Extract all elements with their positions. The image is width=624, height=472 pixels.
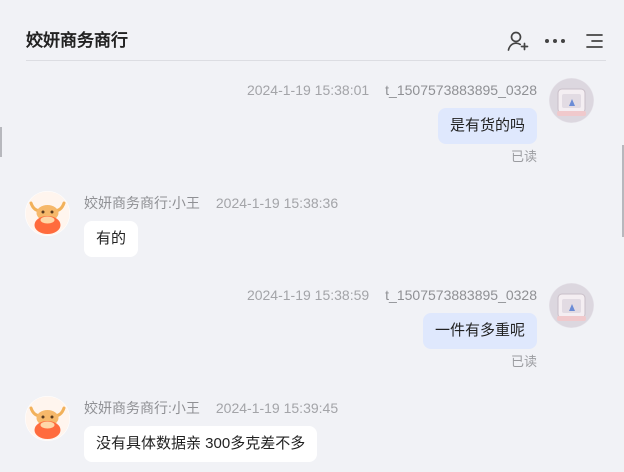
seller-avatar[interactable] bbox=[25, 191, 70, 236]
message-meta: 姣妍商务商行:小王 2024-1-19 15:38:36 bbox=[84, 194, 338, 212]
message-meta: 姣妍商务商行:小王 2024-1-19 15:39:45 bbox=[84, 399, 338, 417]
avatar[interactable] bbox=[549, 78, 594, 123]
seller-avatar[interactable] bbox=[25, 396, 70, 441]
message-bubble[interactable]: 是有货的吗 bbox=[437, 108, 537, 144]
message-bubble[interactable]: 有的 bbox=[84, 221, 139, 257]
read-status: 已读 bbox=[510, 149, 537, 164]
add-user-icon[interactable] bbox=[506, 29, 530, 53]
chat-header: 姣妍商务商行 bbox=[26, 0, 606, 61]
more-icon[interactable] bbox=[543, 29, 567, 53]
message-time: 2024-1-19 15:38:36 bbox=[215, 195, 339, 211]
message-meta: 2024-1-19 15:38:59 t_1507573883895_0328 bbox=[247, 286, 537, 304]
sender-name: t_1507573883895_0328 bbox=[385, 287, 537, 303]
chat-window: 姣妍商务商行 2024-1-19 15:38:01 t_1507573883895… bbox=[0, 0, 624, 472]
message-meta: 2024-1-19 15:38:01 t_1507573883895_0328 bbox=[247, 81, 537, 99]
left-scroll-marker bbox=[0, 127, 2, 157]
message-time: 2024-1-19 15:38:59 bbox=[246, 287, 370, 303]
sender-name: 姣妍商务商行:小王 bbox=[84, 195, 200, 211]
message-time: 2024-1-19 15:38:01 bbox=[246, 82, 370, 98]
sender-name: 姣妍商务商行:小王 bbox=[84, 400, 200, 416]
message-bubble[interactable]: 没有具体数据亲 300多克差不多 bbox=[84, 426, 318, 462]
chat-title: 姣妍商务商行 bbox=[26, 31, 128, 50]
message-time: 2024-1-19 15:39:45 bbox=[215, 400, 339, 416]
avatar[interactable] bbox=[549, 283, 594, 328]
message-bubble[interactable]: 一件有多重呢 bbox=[422, 313, 537, 349]
sender-name: t_1507573883895_0328 bbox=[385, 82, 537, 98]
menu-icon[interactable] bbox=[583, 29, 607, 53]
read-status: 已读 bbox=[510, 354, 537, 369]
